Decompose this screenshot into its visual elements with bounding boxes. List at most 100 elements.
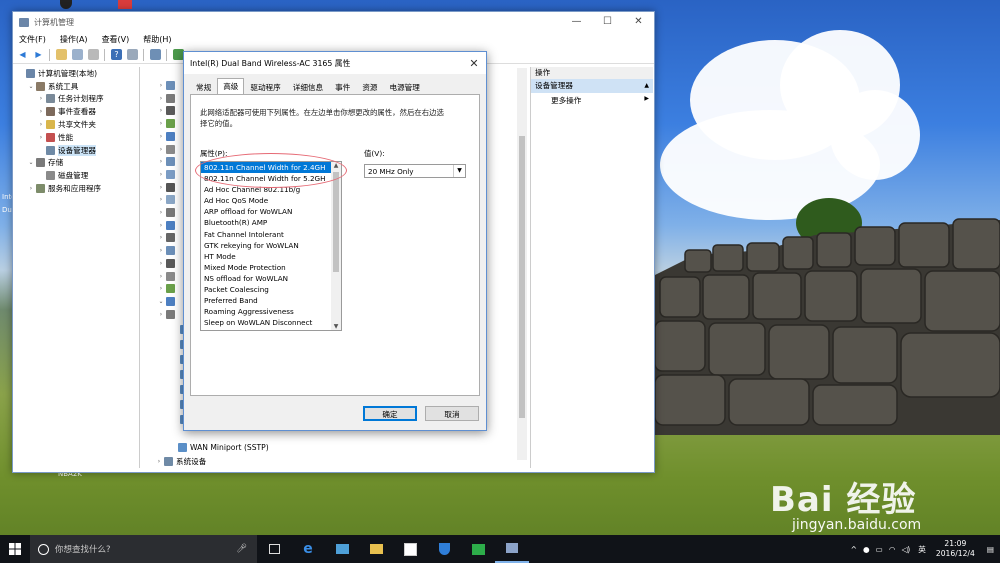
- device-category-row[interactable]: ›: [157, 157, 178, 167]
- help-icon[interactable]: ?: [111, 49, 122, 60]
- tree-item[interactable]: › 事件查看器: [15, 105, 139, 118]
- security-shield-icon[interactable]: [427, 535, 461, 563]
- forward-arrow-icon[interactable]: ▶: [33, 49, 44, 60]
- device-category-row[interactable]: ›: [157, 309, 178, 319]
- show-tree-icon[interactable]: [72, 49, 83, 60]
- property-list-item[interactable]: Mixed Mode Protection: [201, 262, 341, 273]
- window-titlebar[interactable]: 计算机管理 — ☐ ✕: [13, 12, 654, 32]
- chevron-down-icon[interactable]: ⌄: [27, 159, 35, 166]
- property-list-item[interactable]: Sleep on WoWLAN Disconnect: [201, 317, 341, 328]
- dialog-titlebar[interactable]: Intel(R) Dual Band Wireless-AC 3165 属性 ✕: [184, 52, 486, 74]
- tab-driver[interactable]: 驱动程序: [244, 80, 286, 94]
- device-category-row[interactable]: ›: [157, 208, 178, 217]
- chevron-down-icon[interactable]: ▼: [453, 165, 465, 177]
- chevron-right-icon[interactable]: ›: [157, 120, 165, 127]
- microphone-icon[interactable]: 🎤︎: [236, 544, 247, 554]
- desktop-icon-label[interactable]: Du: [2, 206, 12, 214]
- volume-icon[interactable]: ◁): [901, 545, 910, 554]
- close-button[interactable]: ✕: [623, 12, 654, 32]
- chevron-right-icon[interactable]: ›: [157, 158, 165, 165]
- device-category-row[interactable]: ›: [157, 271, 178, 281]
- property-list-item[interactable]: Preferred Band: [201, 295, 341, 306]
- chevron-right-icon[interactable]: ›: [37, 108, 45, 115]
- property-list-item[interactable]: ARP offload for WoWLAN: [201, 206, 341, 217]
- monitor-icon[interactable]: [150, 49, 161, 60]
- device-category-row[interactable]: ⌄: [157, 296, 178, 306]
- tree-item[interactable]: 计算机管理(本地): [15, 67, 139, 80]
- tab-advanced[interactable]: 高级: [217, 78, 245, 94]
- tree-item[interactable]: 磁盘管理: [15, 169, 139, 182]
- desktop-shortcut-icon[interactable]: [60, 0, 72, 9]
- chevron-right-icon[interactable]: ›: [157, 95, 165, 102]
- store-app-icon[interactable]: [325, 535, 359, 563]
- up-folder-icon[interactable]: [56, 49, 67, 60]
- device-list-scrollbar[interactable]: [517, 68, 527, 460]
- chevron-right-icon[interactable]: ›: [157, 196, 165, 203]
- chevron-right-icon[interactable]: ›: [157, 146, 165, 153]
- chevron-right-icon[interactable]: ›: [157, 285, 165, 292]
- chevron-right-icon[interactable]: ›: [157, 107, 165, 114]
- tab-general[interactable]: 常规: [190, 80, 217, 94]
- tree-item[interactable]: ⌄ 存储: [15, 157, 139, 170]
- device-row-wan-miniport[interactable]: WAN Miniport (SSTP): [177, 443, 269, 452]
- device-category-row[interactable]: ›: [157, 182, 178, 192]
- device-category-row[interactable]: ›: [157, 246, 178, 256]
- device-category-row[interactable]: ›: [157, 258, 178, 268]
- property-list-item[interactable]: Roaming Aggressiveness: [201, 306, 341, 317]
- chevron-right-icon[interactable]: ›: [157, 247, 165, 254]
- device-category-row[interactable]: ›: [157, 169, 178, 179]
- menu-file[interactable]: 文件(F): [19, 34, 46, 45]
- collapse-up-icon[interactable]: ▲: [644, 79, 649, 93]
- maximize-button[interactable]: ☐: [592, 12, 623, 32]
- menu-view[interactable]: 查看(V): [102, 34, 130, 45]
- action-center-icon[interactable]: ▤: [987, 545, 994, 554]
- clock[interactable]: 21:09 2016/12/4: [930, 539, 981, 559]
- tab-resources[interactable]: 资源: [356, 80, 383, 94]
- chevron-right-icon[interactable]: ›: [157, 82, 165, 89]
- tab-power-management[interactable]: 电源管理: [384, 80, 426, 94]
- cancel-button[interactable]: 取消: [425, 406, 479, 421]
- chevron-right-icon[interactable]: ›: [157, 133, 165, 140]
- chevron-right-icon[interactable]: ›: [157, 260, 165, 267]
- property-list-item[interactable]: Ad Hoc QoS Mode: [201, 195, 341, 206]
- device-category-row[interactable]: ›: [157, 119, 178, 129]
- show-hidden-icons-icon[interactable]: ^: [851, 545, 857, 554]
- chevron-right-icon[interactable]: ›: [157, 209, 165, 216]
- start-button[interactable]: [0, 543, 30, 555]
- task-view-icon[interactable]: [257, 535, 291, 563]
- device-category-row[interactable]: ›: [157, 144, 178, 154]
- property-list-scrollbar[interactable]: ▲ ▼: [331, 162, 341, 330]
- edge-browser-icon[interactable]: e: [291, 535, 325, 563]
- tab-events[interactable]: 事件: [329, 80, 356, 94]
- properties-icon[interactable]: [88, 49, 99, 60]
- property-list-item[interactable]: Fat Channel Intolerant: [201, 229, 341, 240]
- chevron-right-icon[interactable]: ›: [157, 234, 165, 241]
- green-app-icon[interactable]: [461, 535, 495, 563]
- chevron-down-icon[interactable]: ⌄: [27, 83, 35, 90]
- value-dropdown[interactable]: 20 MHz Only ▼: [364, 164, 466, 178]
- chevron-right-icon[interactable]: ›: [157, 222, 165, 229]
- computer-management-taskbar-icon[interactable]: [495, 535, 529, 563]
- chevron-right-icon[interactable]: ›: [157, 171, 165, 178]
- device-category-row[interactable]: ›: [157, 220, 178, 230]
- device-row-system-devices[interactable]: › 系统设备: [155, 456, 206, 467]
- people-icon[interactable]: ●: [863, 545, 870, 554]
- device-category-row[interactable]: ›: [157, 233, 178, 243]
- view-icon[interactable]: [127, 49, 138, 60]
- device-category-row[interactable]: ›: [157, 81, 178, 90]
- menu-help[interactable]: 帮助(H): [143, 34, 171, 45]
- device-category-row[interactable]: ›: [157, 106, 178, 116]
- menu-action[interactable]: 操作(A): [60, 34, 88, 45]
- input-method-indicator[interactable]: 英: [918, 544, 926, 555]
- tree-item[interactable]: 设备管理器: [15, 144, 139, 157]
- property-list-item[interactable]: HT Mode: [201, 251, 341, 262]
- device-category-row[interactable]: ›: [157, 131, 178, 141]
- chevron-right-icon[interactable]: ›: [37, 121, 45, 128]
- wifi-icon[interactable]: ◠: [889, 545, 896, 554]
- cortana-search-box[interactable]: 你想查找什么? 🎤︎: [30, 535, 257, 563]
- device-category-row[interactable]: ›: [157, 195, 178, 205]
- chevron-right-icon[interactable]: ›: [157, 273, 165, 280]
- tree-item[interactable]: › 任务计划程序: [15, 93, 139, 106]
- tree-item[interactable]: › 共享文件夹: [15, 118, 139, 131]
- chevron-right-icon[interactable]: ›: [37, 134, 45, 141]
